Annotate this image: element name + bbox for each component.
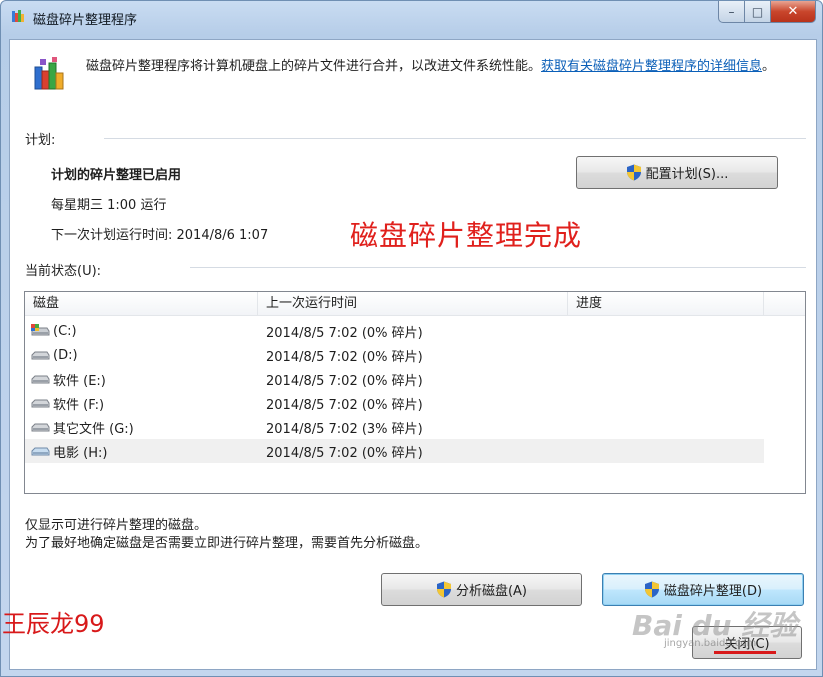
last-run-time: 2014/8/5 7:02 (0% 碎片) <box>266 325 423 341</box>
uac-shield-icon <box>626 164 641 181</box>
disk-row-f[interactable]: 软件 (F:) 2014/8/5 7:02 (0% 碎片) <box>25 391 805 415</box>
disk-row-c[interactable]: (C:) 2014/8/5 7:02 (0% 碎片) <box>25 319 805 343</box>
disk-name: (C:) <box>53 323 77 339</box>
close-button-highlight-underline <box>714 651 776 654</box>
window-title: 磁盘碎片整理程序 <box>33 13 138 28</box>
last-run-time: 2014/8/5 7:02 (0% 碎片) <box>266 373 423 389</box>
schedule-status-title: 计划的碎片整理已启用 <box>51 168 182 183</box>
schedule-next-run: 下一次计划运行时间: 2014/8/6 1:07 <box>51 228 269 243</box>
schedule-frequency: 每星期三 1:00 运行 <box>51 198 167 213</box>
configure-schedule-label: 配置计划(S)... <box>645 167 729 182</box>
configure-schedule-button[interactable]: 配置计划(S)... <box>576 156 778 189</box>
defraggable-disks-note: 仅显示可进行碎片整理的磁盘。 <box>25 518 208 533</box>
disk-list-header: 磁盘 上一次运行时间 进度 <box>25 292 805 316</box>
last-run-time: 2014/8/5 7:02 (0% 碎片) <box>266 445 423 461</box>
defragmenter-window: 磁盘碎片整理程序 – □ ✕ 磁盘碎片整理程序将计算机硬盘上的碎片文件进行合并，… <box>0 0 823 677</box>
status-section-label: 当前状态(U): <box>25 264 102 279</box>
drive-icon <box>31 447 50 456</box>
disk-row-g[interactable]: 其它文件 (G:) 2014/8/5 7:02 (3% 碎片) <box>25 415 805 439</box>
minimize-button[interactable]: – <box>718 1 745 23</box>
column-header-filler <box>764 292 805 316</box>
defragment-disk-label: 磁盘碎片整理(D) <box>663 584 763 599</box>
close-window-button[interactable]: ✕ <box>771 1 816 23</box>
last-run-time: 2014/8/5 7:02 (3% 碎片) <box>266 421 423 437</box>
schedule-separator <box>104 138 806 139</box>
maximize-button[interactable]: □ <box>745 1 771 23</box>
disk-list-rows: (C:) 2014/8/5 7:02 (0% 碎片) (D:) 2014/8/5… <box>25 319 805 463</box>
baidu-jingyan-url: jingyan.baidu.com <box>664 638 757 649</box>
intro-text: 磁盘碎片整理程序将计算机硬盘上的碎片文件进行合并，以改进文件系统性能。获取有关磁… <box>86 57 806 77</box>
title-bar[interactable]: 磁盘碎片整理程序 – □ ✕ <box>1 1 822 33</box>
minimize-icon: – <box>728 4 735 19</box>
disk-name: 软件 (E:) <box>53 373 106 389</box>
author-watermark: 王辰龙99 <box>2 610 105 638</box>
analyze-first-note: 为了最好地确定磁盘是否需要立即进行碎片整理，需要首先分析磁盘。 <box>25 536 429 551</box>
disk-row-d[interactable]: (D:) 2014/8/5 7:02 (0% 碎片) <box>25 343 805 367</box>
disk-row-h[interactable]: 电影 (H:) 2014/8/5 7:02 (0% 碎片) <box>25 439 764 463</box>
defrag-complete-annotation: 磁盘碎片整理完成 <box>350 219 583 252</box>
uac-shield-icon <box>644 581 659 598</box>
disk-name: 电影 (H:) <box>53 445 108 461</box>
disk-name: 其它文件 (G:) <box>53 421 134 437</box>
dialog-content: 磁盘碎片整理程序将计算机硬盘上的碎片文件进行合并，以改进文件系统性能。获取有关磁… <box>9 39 817 670</box>
defragment-disk-button[interactable]: 磁盘碎片整理(D) <box>602 573 804 606</box>
defragmenter-large-icon <box>34 57 64 90</box>
drive-icon <box>31 375 50 384</box>
drive-icon <box>31 399 50 408</box>
analyze-disk-label: 分析磁盘(A) <box>455 584 528 599</box>
column-header-disk[interactable]: 磁盘 <box>25 292 258 316</box>
column-header-last-run[interactable]: 上一次运行时间 <box>258 292 568 316</box>
uac-shield-icon <box>436 581 451 598</box>
column-header-progress[interactable]: 进度 <box>568 292 764 316</box>
system-drive-icon <box>31 324 50 336</box>
status-separator <box>190 267 806 268</box>
defragmenter-app-icon <box>12 10 24 22</box>
disk-name: 软件 (F:) <box>53 397 105 413</box>
caption-buttons: – □ ✕ <box>718 1 816 23</box>
schedule-section-label: 计划: <box>25 133 56 148</box>
maximize-icon: □ <box>751 4 764 19</box>
last-run-time: 2014/8/5 7:02 (0% 碎片) <box>266 397 423 413</box>
disk-row-e[interactable]: 软件 (E:) 2014/8/5 7:02 (0% 碎片) <box>25 367 805 391</box>
drive-icon <box>31 423 50 432</box>
intro-period: 。 <box>762 59 776 74</box>
close-icon: ✕ <box>787 4 799 19</box>
last-run-time: 2014/8/5 7:02 (0% 碎片) <box>266 349 423 365</box>
disk-list[interactable]: 磁盘 上一次运行时间 进度 (C:) 2014/8/5 7:02 (0% 碎片)… <box>24 291 806 494</box>
help-link[interactable]: 获取有关磁盘碎片整理程序的详细信息 <box>541 59 762 74</box>
drive-icon <box>31 351 50 360</box>
analyze-disk-button[interactable]: 分析磁盘(A) <box>381 573 582 606</box>
intro-description: 磁盘碎片整理程序将计算机硬盘上的碎片文件进行合并，以改进文件系统性能。 <box>86 59 542 74</box>
disk-name: (D:) <box>53 347 78 363</box>
